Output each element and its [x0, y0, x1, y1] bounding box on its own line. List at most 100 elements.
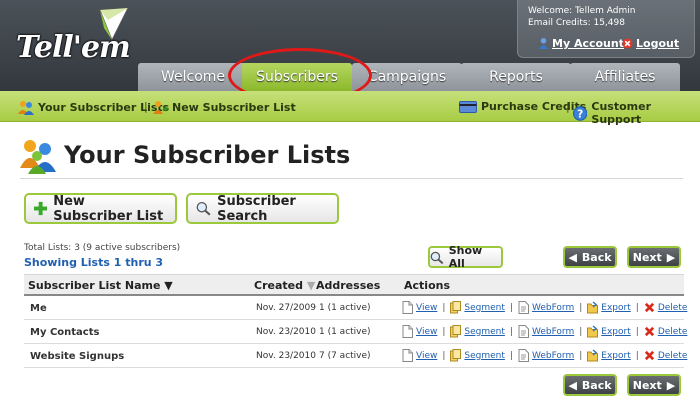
- show-all-button[interactable]: Show All: [428, 244, 503, 270]
- subnav-customer-support[interactable]: ? Customer Support: [573, 100, 700, 126]
- delete-label: Delete: [657, 326, 688, 337]
- action-separator: |: [442, 326, 446, 337]
- logout-x-icon: [622, 38, 633, 49]
- action-separator: |: [509, 326, 513, 337]
- sub-navigation: Your Subscriber Lists | New Subscriber L…: [0, 91, 700, 126]
- export-link[interactable]: Export: [587, 325, 631, 338]
- show-all-label: Show All: [448, 244, 483, 270]
- export-folder-icon: [587, 349, 599, 362]
- webform-label: WebForm: [531, 302, 575, 313]
- back-arrow-icon: ◀: [568, 378, 577, 392]
- subnav-separator: |: [566, 100, 570, 113]
- row-actions: View | Segment | WebForm | Export | Delete: [402, 301, 687, 314]
- svg-text:?: ?: [577, 108, 583, 120]
- header: Tell'em Welcome: Tellem Admin Email Cred…: [0, 0, 700, 103]
- tab-affiliates[interactable]: Affiliates: [570, 63, 680, 91]
- sort-arrow-icon: ▼: [164, 279, 173, 292]
- title-divider: [20, 178, 683, 179]
- export-folder-icon: [587, 325, 599, 338]
- new-subscriber-list-label: New Subscriber List: [53, 193, 164, 224]
- subnav-your-lists-label: Your Subscriber Lists: [38, 101, 170, 114]
- next-button-bottom[interactable]: Next ▶: [627, 374, 681, 396]
- delete-x-icon: [644, 350, 654, 361]
- document-icon: [402, 301, 413, 314]
- webform-icon: [518, 349, 529, 362]
- export-link[interactable]: Export: [587, 349, 631, 362]
- created-date: Nov. 27/2009: [256, 303, 316, 313]
- delete-link[interactable]: Delete: [644, 349, 687, 362]
- segment-icon: [450, 301, 462, 314]
- magnifier-icon: [196, 202, 211, 216]
- subnav-separator: |: [144, 100, 148, 113]
- header-addresses: Addresses: [316, 279, 381, 292]
- subnav-support-label: Customer Support: [591, 100, 652, 126]
- segment-icon: [450, 325, 462, 338]
- export-label: Export: [601, 326, 631, 337]
- created-date: Nov. 23/2010: [256, 327, 316, 337]
- back-button-bottom[interactable]: ◀ Back: [563, 374, 617, 396]
- action-separator: |: [635, 350, 639, 361]
- view-link[interactable]: View: [402, 301, 437, 314]
- header-list-name-label: Subscriber List Name: [28, 279, 161, 292]
- list-name[interactable]: Me: [30, 303, 47, 314]
- logout-link[interactable]: Logout: [622, 37, 679, 50]
- people-icon: [18, 101, 34, 115]
- segment-label: Segment: [464, 302, 505, 313]
- export-folder-icon: [587, 301, 599, 314]
- subnav-new-list[interactable]: New Subscriber List: [152, 100, 296, 115]
- segment-link[interactable]: Segment: [450, 301, 505, 314]
- addresses-count: 1 (1 active): [319, 303, 371, 313]
- new-subscriber-list-button[interactable]: New Subscriber List: [24, 193, 177, 224]
- header-actions: Actions: [404, 279, 450, 292]
- webform-link[interactable]: WebForm: [518, 301, 574, 314]
- header-created[interactable]: Created ▼: [254, 279, 315, 292]
- logo-text[interactable]: Tell'em: [16, 30, 131, 65]
- header-created-label: Created: [254, 279, 303, 292]
- back-label: Back: [581, 378, 612, 392]
- view-link[interactable]: View: [402, 349, 437, 362]
- segment-icon: [450, 349, 462, 362]
- welcome-text: Welcome: Tellem Admin: [528, 6, 636, 16]
- webform-link[interactable]: WebForm: [518, 325, 574, 338]
- export-label: Export: [601, 350, 631, 361]
- next-label: Next: [632, 250, 662, 264]
- export-link[interactable]: Export: [587, 301, 631, 314]
- action-separator: |: [579, 326, 583, 337]
- logout-label: Logout: [636, 37, 680, 50]
- segment-link[interactable]: Segment: [450, 325, 505, 338]
- help-icon: ?: [573, 105, 588, 121]
- table-header: Subscriber List Name ▼ Created ▼ Address…: [24, 274, 684, 296]
- view-label: View: [416, 350, 438, 361]
- view-link[interactable]: View: [402, 325, 437, 338]
- delete-link[interactable]: Delete: [644, 325, 688, 338]
- next-button-top[interactable]: Next ▶: [627, 246, 681, 268]
- subscriber-lists-icon: [20, 140, 56, 174]
- my-account-link[interactable]: My Account: [538, 37, 624, 50]
- tab-reports[interactable]: Reports: [461, 63, 571, 91]
- subnav-new-list-label: New Subscriber List: [172, 101, 296, 114]
- back-label: Back: [581, 250, 612, 264]
- next-label: Next: [632, 378, 662, 392]
- delete-x-icon: [644, 326, 654, 337]
- back-button-top[interactable]: ◀ Back: [563, 246, 617, 268]
- delete-x-icon: [644, 302, 654, 313]
- segment-link[interactable]: Segment: [450, 349, 505, 362]
- delete-link[interactable]: Delete: [644, 301, 687, 314]
- subnav-purchase-label: Purchase Credits: [481, 100, 587, 113]
- document-icon: [402, 325, 413, 338]
- webform-icon: [518, 325, 529, 338]
- plus-icon: [34, 201, 48, 216]
- action-separator: |: [509, 350, 513, 361]
- action-separator: |: [442, 302, 446, 313]
- email-credits-text: Email Credits: 15,498: [528, 18, 625, 28]
- action-separator: |: [579, 302, 583, 313]
- user-icon: [538, 38, 549, 49]
- subscriber-search-button[interactable]: Subscriber Search: [186, 193, 339, 224]
- action-separator: |: [635, 326, 639, 337]
- list-name[interactable]: My Contacts: [30, 327, 99, 338]
- header-list-name[interactable]: Subscriber List Name ▼: [28, 279, 173, 292]
- list-name[interactable]: Website Signups: [30, 351, 124, 362]
- row-actions: View | Segment | WebForm | Export | Delete: [402, 349, 687, 362]
- webform-link[interactable]: WebForm: [518, 349, 574, 362]
- action-separator: |: [442, 350, 446, 361]
